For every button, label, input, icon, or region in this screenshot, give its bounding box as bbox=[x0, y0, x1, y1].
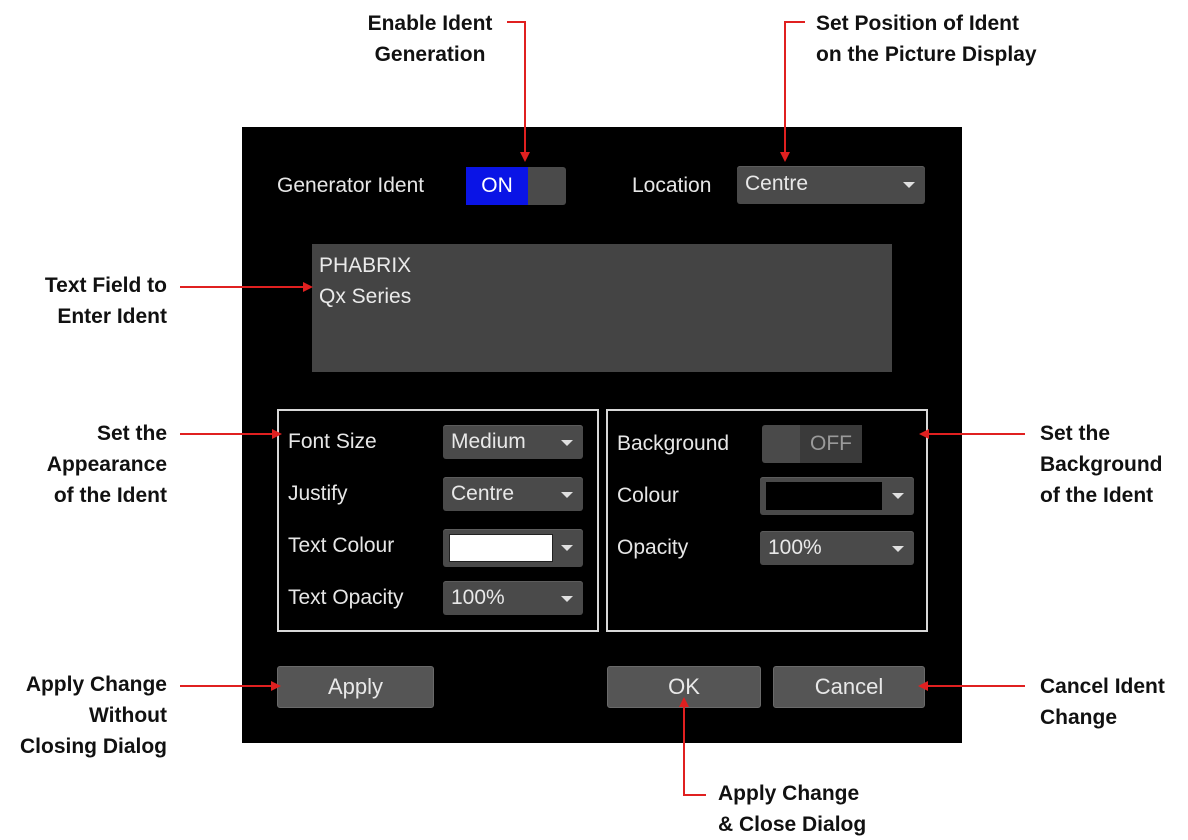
font-size-label: Font Size bbox=[288, 430, 377, 453]
justify-dropdown[interactable]: Centre bbox=[443, 477, 583, 511]
callout-line: Cancel Ident bbox=[1040, 675, 1165, 698]
text-colour-dropdown[interactable] bbox=[443, 529, 583, 567]
background-opacity-value: 100% bbox=[768, 536, 822, 559]
chevron-down-icon bbox=[903, 182, 915, 188]
callout-enable-ident: Enable Ident Generation bbox=[335, 8, 525, 70]
cancel-button[interactable]: Cancel bbox=[773, 666, 925, 708]
justify-label: Justify bbox=[288, 482, 348, 505]
location-value: Centre bbox=[745, 172, 809, 195]
callout-line: Appearance bbox=[46, 453, 167, 476]
callout-appearance: Set the Appearance of the Ident bbox=[0, 418, 167, 511]
ok-button[interactable]: OK bbox=[607, 666, 761, 708]
ident-dialog: Generator Ident ON Location Centre PHABR… bbox=[242, 127, 962, 743]
apply-button[interactable]: Apply bbox=[277, 666, 434, 708]
generator-ident-label: Generator Ident bbox=[277, 174, 425, 197]
callout-line: on the Picture Display bbox=[816, 43, 1037, 66]
appearance-panel: Font Size Medium Justify Centre Text Col… bbox=[277, 409, 599, 632]
background-label: Background bbox=[617, 432, 730, 455]
justify-value: Centre bbox=[451, 482, 515, 505]
chevron-down-icon bbox=[561, 440, 573, 446]
callout-line: Apply Change bbox=[25, 673, 167, 696]
callout-line: Generation bbox=[374, 43, 486, 66]
callout-line: Text Field to bbox=[44, 274, 167, 297]
text-colour-label: Text Colour bbox=[288, 534, 395, 557]
generator-ident-toggle[interactable]: ON bbox=[466, 167, 568, 205]
text-opacity-label: Text Opacity bbox=[288, 586, 404, 609]
callout-apply-change: Apply Change Without Closing Dialog bbox=[0, 669, 167, 762]
callout-line: of the Ident bbox=[1040, 484, 1154, 507]
ident-text-line: PHABRIX bbox=[319, 254, 412, 277]
callout-line: Apply Change bbox=[718, 782, 860, 805]
callout-cancel-ident: Cancel Ident Change bbox=[1040, 671, 1185, 733]
toggle-on-segment[interactable]: ON bbox=[466, 167, 528, 205]
callout-set-position: Set Position of Ident on the Picture Dis… bbox=[816, 8, 1096, 70]
callout-line: Without bbox=[89, 704, 167, 727]
callout-background: Set the Background of the Ident bbox=[1040, 418, 1185, 511]
location-label: Location bbox=[632, 174, 712, 197]
location-dropdown[interactable]: Centre bbox=[737, 166, 925, 204]
ident-text-line: Qx Series bbox=[319, 285, 412, 308]
callout-line: of the Ident bbox=[53, 484, 167, 507]
callout-line: Change bbox=[1040, 706, 1118, 729]
colour-label: Colour bbox=[617, 484, 679, 507]
chevron-down-icon bbox=[892, 493, 904, 499]
callout-line: Background bbox=[1040, 453, 1163, 476]
text-opacity-dropdown[interactable]: 100% bbox=[443, 581, 583, 615]
background-opacity-dropdown[interactable]: 100% bbox=[760, 531, 914, 565]
callout-line: Enable Ident bbox=[367, 12, 493, 35]
callout-line: & Close Dialog bbox=[718, 813, 867, 836]
ident-text-field[interactable]: PHABRIX Qx Series bbox=[312, 244, 892, 372]
callout-line: Set the bbox=[1040, 422, 1111, 445]
callout-apply-close: Apply Change & Close Dialog bbox=[718, 778, 918, 840]
chevron-down-icon bbox=[561, 596, 573, 602]
toggle-off-segment[interactable]: OFF bbox=[800, 425, 862, 463]
opacity-label: Opacity bbox=[617, 536, 689, 559]
callout-line: Enter Ident bbox=[57, 305, 167, 328]
font-size-dropdown[interactable]: Medium bbox=[443, 425, 583, 459]
background-colour-dropdown[interactable] bbox=[760, 477, 914, 515]
chevron-down-icon bbox=[892, 546, 904, 552]
toggle-knob[interactable] bbox=[762, 425, 800, 463]
background-panel: Background OFF Colour Opacity 100% bbox=[606, 409, 928, 632]
text-colour-swatch bbox=[449, 534, 553, 562]
background-colour-swatch bbox=[766, 482, 882, 510]
background-toggle[interactable]: OFF bbox=[762, 425, 864, 463]
callout-line: Closing Dialog bbox=[20, 735, 167, 758]
chevron-down-icon bbox=[561, 492, 573, 498]
callout-line: Set Position of Ident bbox=[816, 12, 1019, 35]
toggle-knob[interactable] bbox=[528, 167, 566, 205]
callout-line: Set the bbox=[96, 422, 167, 445]
font-size-value: Medium bbox=[451, 430, 526, 453]
callout-text-field: Text Field to Enter Ident bbox=[0, 270, 167, 332]
chevron-down-icon bbox=[561, 545, 573, 551]
text-opacity-value: 100% bbox=[451, 586, 505, 609]
